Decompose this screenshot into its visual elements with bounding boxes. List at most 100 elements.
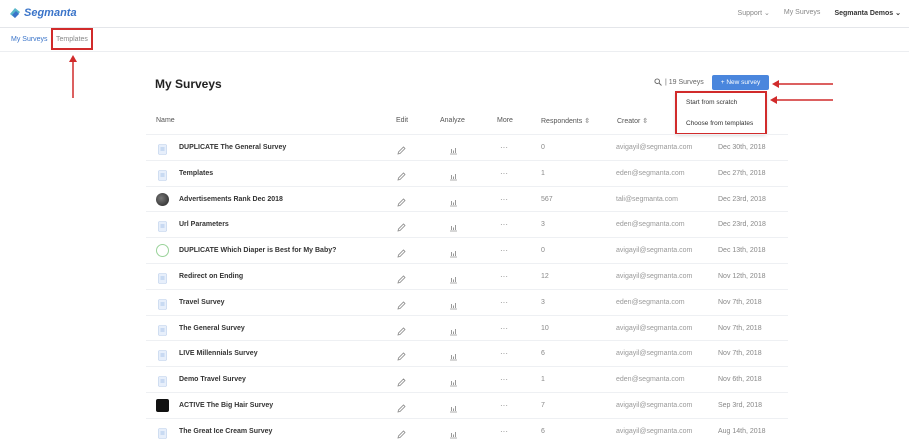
respondents-count: 3 bbox=[541, 221, 545, 229]
more-options-icon[interactable]: ··· bbox=[500, 220, 508, 229]
creator-email: avigayil@segmanta.com bbox=[616, 247, 693, 255]
more-options-icon[interactable]: ··· bbox=[500, 143, 508, 152]
survey-name[interactable]: Advertisements Rank Dec 2018 bbox=[179, 196, 283, 203]
survey-date: Nov 7th, 2018 bbox=[718, 350, 762, 358]
table-row[interactable]: The General Survey ··· 10 avigayil@segmanta… bbox=[146, 314, 788, 341]
more-options-icon[interactable]: ··· bbox=[500, 195, 508, 204]
header-analyze: Analyze bbox=[440, 117, 465, 124]
edit-pencil-icon[interactable] bbox=[397, 400, 406, 418]
table-row[interactable]: Templates ··· 1 eden@segmanta.com Dec 27th, … bbox=[146, 159, 788, 186]
header-respondents[interactable]: Respondents ⇳ bbox=[541, 117, 590, 125]
edit-pencil-icon[interactable] bbox=[397, 245, 406, 263]
table-row[interactable]: DUPLICATE Which Diaper is Best for My Ba… bbox=[146, 237, 788, 263]
page-title: My Surveys bbox=[155, 77, 222, 91]
more-options-icon[interactable]: ··· bbox=[500, 246, 508, 255]
survey-date: Nov 7th, 2018 bbox=[718, 324, 762, 332]
table-row[interactable]: Redirect on Ending ··· 12 avigayil@segmanta… bbox=[146, 263, 788, 289]
more-options-icon[interactable]: ··· bbox=[500, 298, 508, 307]
survey-doc-icon bbox=[158, 426, 167, 439]
more-options-icon[interactable]: ··· bbox=[500, 427, 508, 436]
survey-name[interactable]: ACTIVE The Big Hair Survey bbox=[179, 402, 273, 409]
edit-pencil-icon[interactable] bbox=[397, 374, 406, 392]
survey-count: 19 Surveys bbox=[668, 78, 704, 86]
analyze-chart-icon[interactable] bbox=[449, 194, 458, 212]
edit-pencil-icon[interactable] bbox=[397, 194, 406, 212]
analyze-chart-icon[interactable] bbox=[449, 348, 458, 366]
table-row[interactable]: DUPLICATE The General Survey ··· 0 avigayil… bbox=[146, 134, 788, 160]
survey-name[interactable]: Url Parameters bbox=[179, 221, 229, 228]
survey-name[interactable]: Demo Travel Survey bbox=[179, 376, 246, 383]
more-options-icon[interactable]: ··· bbox=[500, 375, 508, 384]
analyze-chart-icon[interactable] bbox=[449, 297, 458, 315]
respondents-count: 7 bbox=[541, 402, 545, 409]
table-row[interactable]: Demo Travel Survey ··· 1 eden@segmanta.com N… bbox=[146, 366, 788, 392]
respondents-count: 10 bbox=[541, 324, 549, 332]
edit-pencil-icon[interactable] bbox=[397, 323, 406, 341]
account-menu[interactable]: Segmanta Demos ⌄ bbox=[834, 9, 901, 17]
creator-email: avigayil@segmanta.com bbox=[616, 273, 693, 280]
table-row[interactable]: The Great Ice Cream Survey ··· 6 avigayil@s… bbox=[146, 417, 788, 444]
search-control[interactable]: | 19 Surveys bbox=[654, 78, 704, 86]
analyze-chart-icon[interactable] bbox=[449, 426, 458, 444]
new-survey-button[interactable]: + New survey bbox=[712, 75, 769, 90]
edit-pencil-icon[interactable] bbox=[397, 297, 406, 315]
creator-email: tali@segmanta.com bbox=[616, 195, 678, 203]
creator-email: eden@segmanta.com bbox=[616, 169, 685, 177]
analyze-chart-icon[interactable] bbox=[449, 168, 458, 186]
survey-name[interactable]: The General Survey bbox=[179, 325, 245, 332]
creator-email: avigayil@segmanta.com bbox=[616, 144, 693, 151]
analyze-chart-icon[interactable] bbox=[449, 245, 458, 263]
survey-name[interactable]: The Great Ice Cream Survey bbox=[179, 428, 272, 435]
survey-name[interactable]: LIVE Millennials Survey bbox=[179, 350, 258, 357]
survey-name[interactable]: DUPLICATE Which Diaper is Best for My Ba… bbox=[179, 247, 336, 254]
survey-name[interactable]: Templates bbox=[179, 170, 213, 177]
more-options-icon[interactable]: ··· bbox=[500, 169, 508, 178]
table-row[interactable]: Url Parameters ··· 3 eden@segmanta.com Dec 2… bbox=[146, 211, 788, 237]
header-edit: Edit bbox=[396, 117, 409, 124]
analyze-chart-icon[interactable] bbox=[449, 219, 458, 237]
analyze-chart-icon[interactable] bbox=[449, 271, 458, 289]
tab-my-surveys[interactable]: My Surveys bbox=[11, 36, 48, 43]
edit-pencil-icon[interactable] bbox=[397, 271, 406, 289]
more-options-icon[interactable]: ··· bbox=[500, 349, 508, 358]
table-row[interactable]: Advertisements Rank Dec 2018 ··· 567 tali@s… bbox=[146, 185, 788, 212]
creator-email: avigayil@segmanta.com bbox=[616, 324, 693, 332]
creator-email: eden@segmanta.com bbox=[616, 221, 685, 229]
table-row[interactable]: Travel Survey ··· 3 eden@segmanta.com Nov 7t… bbox=[146, 288, 788, 315]
analyze-chart-icon[interactable] bbox=[449, 323, 458, 341]
segmanta-logo[interactable]: Segmanta bbox=[8, 6, 77, 20]
analyze-chart-icon[interactable] bbox=[449, 142, 458, 160]
new-survey-arrow-annotation bbox=[772, 80, 833, 88]
segmanta-logo-icon bbox=[10, 8, 20, 18]
respondents-count: 567 bbox=[541, 195, 553, 203]
sub-nav: My Surveys Templates bbox=[0, 28, 909, 52]
edit-pencil-icon[interactable] bbox=[397, 168, 406, 186]
brand-logo-thumbnail-icon bbox=[156, 399, 169, 412]
header-name[interactable]: Name bbox=[156, 117, 175, 124]
more-options-icon[interactable]: ··· bbox=[500, 324, 508, 333]
edit-pencil-icon[interactable] bbox=[397, 219, 406, 237]
survey-doc-icon bbox=[158, 348, 167, 362]
survey-name[interactable]: DUPLICATE The General Survey bbox=[179, 144, 286, 151]
edit-pencil-icon[interactable] bbox=[397, 348, 406, 366]
table-row[interactable]: ACTIVE The Big Hair Survey ··· 7 avigayil@s… bbox=[146, 392, 788, 418]
search-icon[interactable] bbox=[654, 78, 662, 86]
edit-pencil-icon[interactable] bbox=[397, 426, 406, 444]
support-menu[interactable]: Support ⌄ bbox=[738, 9, 770, 17]
header-creator[interactable]: Creator ⇳ bbox=[617, 117, 648, 125]
survey-date: Sep 3rd, 2018 bbox=[718, 402, 762, 409]
analyze-chart-icon[interactable] bbox=[449, 374, 458, 392]
survey-name[interactable]: Redirect on Ending bbox=[179, 273, 243, 280]
survey-name[interactable]: Travel Survey bbox=[179, 299, 225, 306]
survey-date: Aug 14th, 2018 bbox=[718, 427, 766, 435]
table-row[interactable]: LIVE Millennials Survey ··· 6 avigayil@segm… bbox=[146, 340, 788, 366]
more-options-icon[interactable]: ··· bbox=[500, 401, 508, 410]
my-surveys-link[interactable]: My Surveys bbox=[784, 9, 821, 17]
edit-pencil-icon[interactable] bbox=[397, 142, 406, 160]
analyze-chart-icon[interactable] bbox=[449, 400, 458, 418]
survey-doc-icon bbox=[158, 219, 167, 233]
respondents-count: 6 bbox=[541, 427, 545, 435]
survey-doc-icon bbox=[158, 271, 167, 284]
more-options-icon[interactable]: ··· bbox=[500, 272, 508, 281]
dropdown-arrow-annotation bbox=[770, 96, 833, 104]
